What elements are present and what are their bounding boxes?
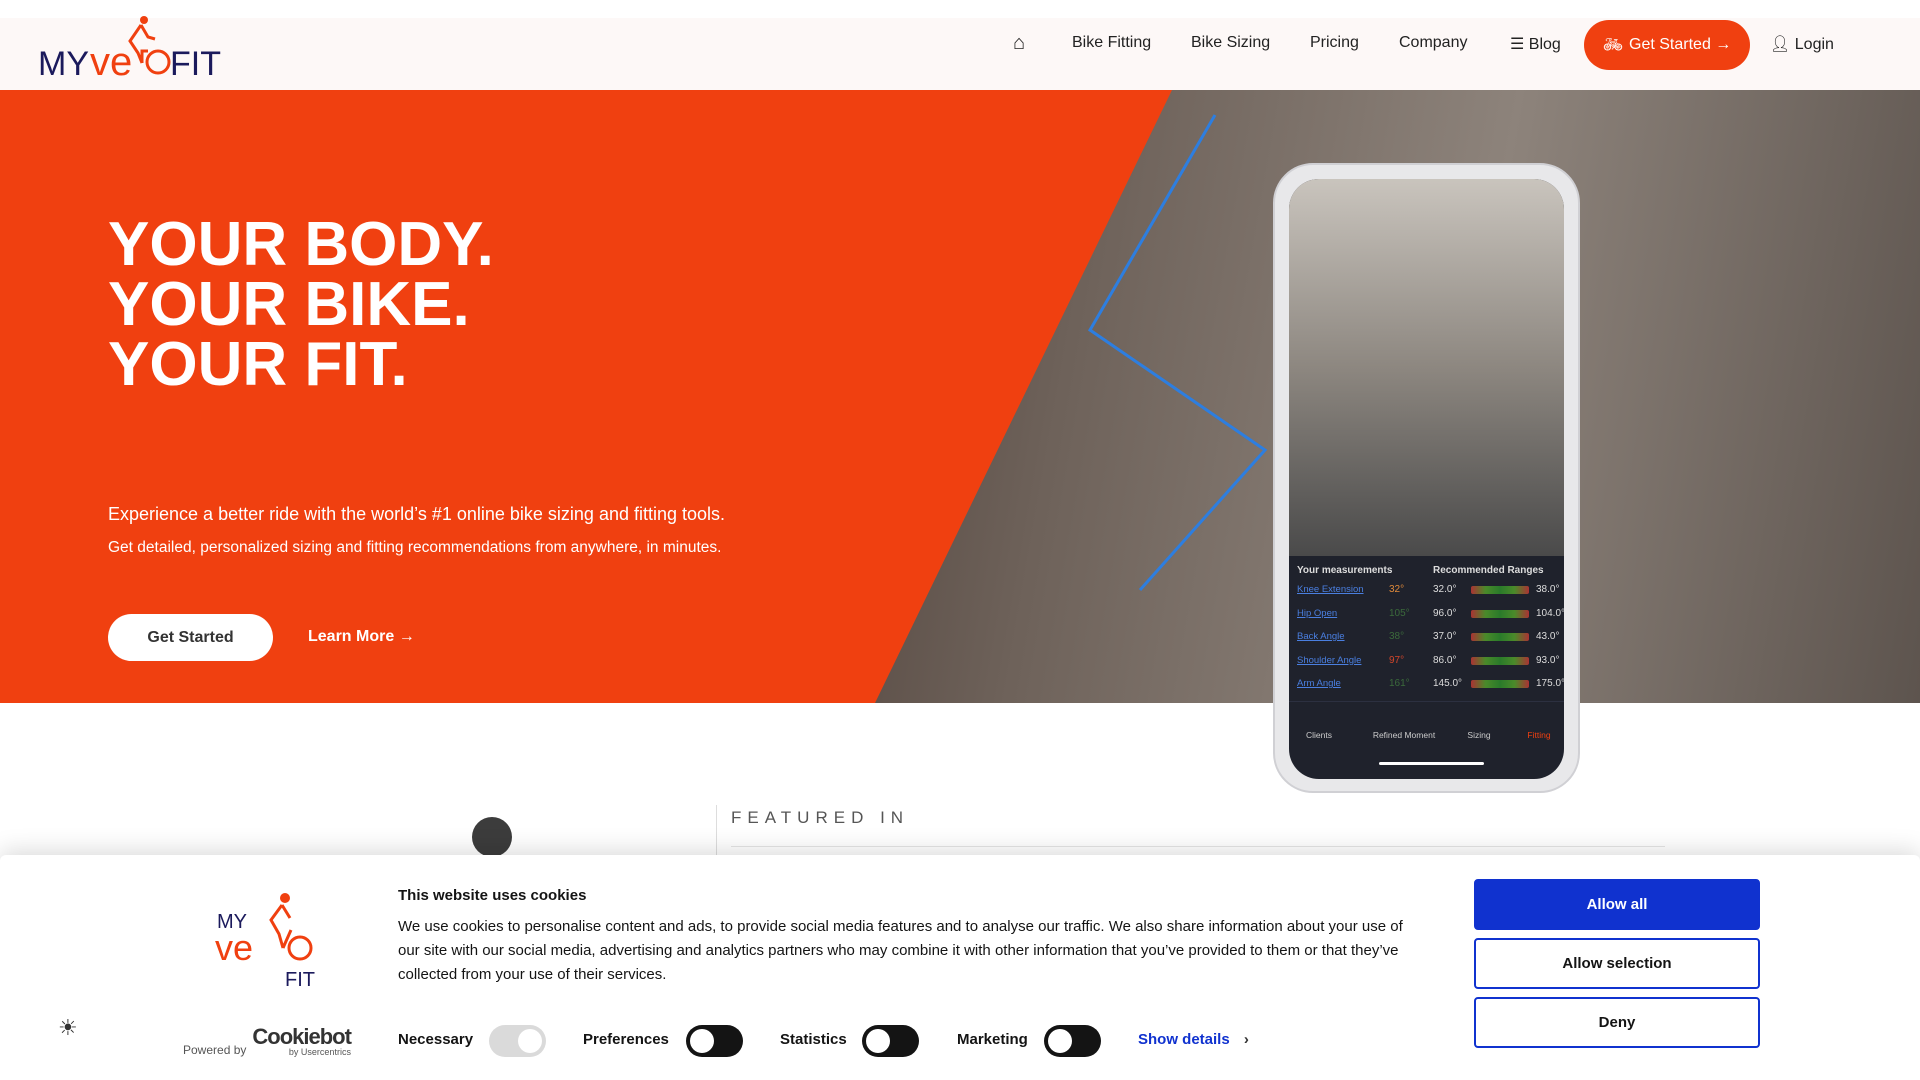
svg-text:FIT: FIT <box>285 969 315 990</box>
range-max: 175.0° <box>1536 678 1564 689</box>
measurement-value: 38° <box>1389 631 1405 642</box>
cookiebot-logo: Cookiebot by Usercentrics <box>252 1024 352 1058</box>
measurement-value: 105° <box>1389 607 1410 619</box>
measurement-link: Back Angle <box>1297 631 1345 642</box>
measurement-link: Arm Angle <box>1297 678 1341 689</box>
home-icon[interactable]: ⌂ <box>1013 32 1025 55</box>
bike-icon: 🚲︎ <box>1602 37 1624 54</box>
menu-icon: ☰ <box>1510 36 1529 53</box>
tab-fitting: Fitting <box>1527 730 1551 740</box>
usercentrics-text: by Usercentrics <box>288 1047 351 1057</box>
measurement-link: Knee Extension <box>1297 584 1364 595</box>
nav-bike-sizing[interactable]: Bike Sizing <box>1191 34 1270 52</box>
nav-blog[interactable]: ☰ Blog <box>1510 34 1561 54</box>
range-bar <box>1471 609 1529 618</box>
phone-screen: Your measurements Recommended Ranges Kne… <box>1289 179 1564 779</box>
chevron-right-icon: › <box>1243 1031 1249 1048</box>
marketing-toggle[interactable] <box>1044 1025 1101 1057</box>
cookiebot-text: Cookiebot <box>252 1024 352 1049</box>
cookie-banner: MY ve FIT ☀ Powered by Cookiebot by User… <box>0 855 1920 1080</box>
login-label: Login <box>1794 36 1834 53</box>
cookie-title: This website uses cookies <box>398 887 587 904</box>
range-min: 145.0° <box>1433 678 1463 689</box>
tab-sizing: Sizing <box>1467 730 1491 740</box>
statistics-label: Statistics <box>780 1031 847 1048</box>
show-details-link[interactable]: Show details › <box>1138 1031 1249 1048</box>
range-bar <box>1471 633 1529 641</box>
preferences-label: Preferences <box>583 1031 669 1048</box>
cookie-logo: MY ve FIT <box>215 890 320 995</box>
range-max: 93.0° <box>1536 654 1560 666</box>
range-min: 96.0° <box>1433 607 1457 619</box>
hero-subtitle-2: Get detailed, personalized sizing and fi… <box>108 539 722 556</box>
preferences-toggle[interactable] <box>686 1025 743 1057</box>
nav-pricing[interactable]: Pricing <box>1310 34 1359 52</box>
allow-selection-button[interactable]: Allow selection <box>1474 938 1760 989</box>
range-max: 43.0° <box>1536 631 1560 642</box>
nav-company[interactable]: Company <box>1399 34 1467 52</box>
allow-all-button[interactable]: Allow all <box>1474 879 1760 930</box>
measurement-value: 161° <box>1389 678 1410 689</box>
carousel-dot[interactable] <box>472 817 512 857</box>
range-bar <box>1471 680 1529 688</box>
measurement-link: Hip Open <box>1297 607 1338 619</box>
svg-text:MY: MY <box>38 45 89 80</box>
rider-video-frame <box>1289 179 1564 556</box>
deny-button[interactable]: Deny <box>1474 997 1760 1048</box>
measurement-link: Shoulder Angle <box>1297 654 1362 666</box>
headline-line-1: YOUR BODY. <box>108 210 494 279</box>
ranges-heading: Recommended Ranges <box>1433 565 1544 576</box>
tab-clients: Clients <box>1306 730 1332 740</box>
svg-text:ve: ve <box>215 927 253 968</box>
range-max: 38.0° <box>1536 584 1560 595</box>
hero-subtitle: Experience a better ride with the world’… <box>108 504 726 524</box>
get-started-nav-button[interactable]: 🚲︎ Get Started → <box>1584 20 1750 70</box>
statistics-toggle[interactable] <box>862 1025 919 1057</box>
range-bar <box>1471 586 1529 594</box>
necessary-toggle <box>489 1025 546 1057</box>
measurements-heading: Your measurements <box>1297 565 1393 576</box>
headline-line-3: YOUR FIT. <box>108 330 408 399</box>
phone-tab-bar: Clients Refined Moment Sizing Fitting <box>1289 701 1564 779</box>
necessary-label: Necessary <box>398 1031 474 1048</box>
phone-mockup: Your measurements Recommended Ranges Kne… <box>1273 163 1580 793</box>
learn-more-link[interactable]: Learn More → <box>308 628 415 646</box>
powered-by-label: Powered by <box>183 1043 247 1057</box>
range-max: 104.0° <box>1536 607 1564 619</box>
theme-toggle-sun-icon[interactable]: ☀ <box>58 1015 78 1041</box>
range-bar <box>1471 656 1529 665</box>
hero-section: YOUR BODY. YOUR BIKE. YOUR FIT. Experien… <box>0 90 1920 703</box>
user-icon: 👤︎ <box>1770 36 1791 53</box>
cookie-body: We use cookies to personalise content an… <box>398 918 1403 983</box>
svg-text:FIT: FIT <box>170 45 221 80</box>
tab-refined-moment: Refined Moment <box>1372 730 1436 740</box>
measurement-value: 97° <box>1389 654 1405 666</box>
hero-get-started-button[interactable]: Get Started <box>108 614 273 661</box>
range-min: 86.0° <box>1433 654 1457 666</box>
powered-by[interactable]: Powered by Cookiebot by Usercentrics <box>183 1024 352 1058</box>
headline-line-2: YOUR BIKE. <box>108 270 470 339</box>
measurement-value: 32° <box>1389 584 1405 595</box>
home-indicator <box>1379 762 1484 765</box>
login-link[interactable]: 👤︎ Login <box>1770 34 1834 54</box>
featured-divider <box>731 846 1665 847</box>
marketing-label: Marketing <box>957 1031 1028 1048</box>
range-min: 37.0° <box>1433 631 1457 642</box>
svg-text:ve: ve <box>90 40 132 80</box>
logo[interactable]: MY ve FIT <box>38 15 223 84</box>
show-details-label: Show details <box>1138 1031 1230 1048</box>
get-started-label: Get Started → <box>1629 36 1732 53</box>
nav-blog-label: Blog <box>1528 36 1561 53</box>
featured-in-heading: FEATURED IN <box>731 808 910 827</box>
range-min: 32.0° <box>1433 584 1457 595</box>
nav-bike-fitting[interactable]: Bike Fitting <box>1072 34 1151 52</box>
